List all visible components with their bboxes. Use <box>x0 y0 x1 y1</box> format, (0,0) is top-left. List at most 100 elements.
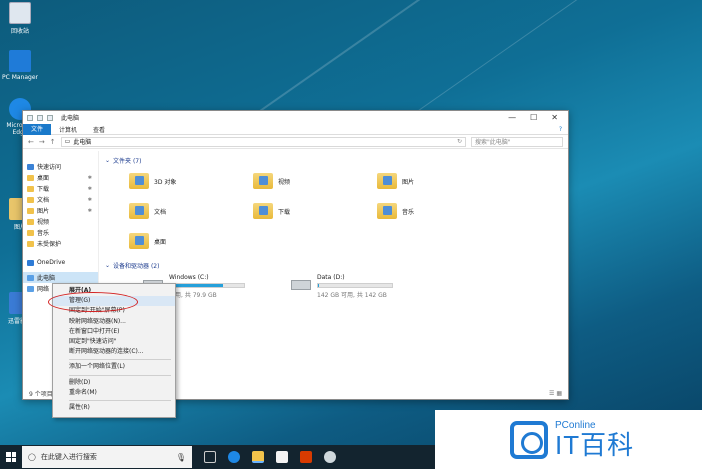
desktop-icon-pc-manager[interactable]: PC Manager <box>0 50 40 81</box>
window-title: 此电脑 <box>61 115 80 122</box>
taskbar-search[interactable]: ◯ 在此键入进行搜索 🎙 <box>22 446 192 468</box>
star-icon <box>27 163 34 170</box>
maximize-button[interactable]: ☐ <box>530 113 537 122</box>
nav-label: 下载 <box>37 186 50 193</box>
properties-icon[interactable] <box>37 114 43 121</box>
forward-icon[interactable]: → <box>39 138 45 146</box>
folder-item[interactable]: 文档 <box>129 198 253 224</box>
refresh-icon[interactable]: ↻ <box>457 138 462 145</box>
nav-item-documents[interactable]: 文档 ✱ <box>23 194 98 205</box>
edge-icon[interactable] <box>228 451 240 463</box>
drive-usage-bar <box>317 283 393 288</box>
quick-access-icon[interactable] <box>27 114 33 121</box>
tab-view[interactable]: 查看 <box>85 125 113 134</box>
tab-file[interactable]: 文件 <box>23 123 52 135</box>
group-title: 文件夹 (7) <box>113 157 142 165</box>
search-input[interactable]: 搜索"此电脑" <box>471 136 563 147</box>
drive-free-space: 142 GB 可用, 共 142 GB <box>317 292 387 299</box>
view-toggle-icons[interactable]: ☰ ▦ <box>549 390 562 397</box>
taskbar-search-text: 在此键入进行搜索 <box>40 453 97 461</box>
nav-label: 图片 <box>37 208 50 215</box>
menu-item-map-drive[interactable]: 映射网络驱动器(N)... <box>53 317 175 327</box>
folder-item[interactable]: 视频 <box>253 168 377 194</box>
folder-icon <box>27 218 34 225</box>
drive-item[interactable]: Data (D:) 142 GB 可用, 共 142 GB <box>291 274 393 299</box>
microphone-icon[interactable]: 🎙 <box>176 453 186 462</box>
item-count: 9 个项目 <box>29 390 53 398</box>
folder-item[interactable]: 桌面 <box>129 228 253 254</box>
desktop-icon-recycle-bin[interactable]: 回收站 <box>0 2 40 35</box>
folder-label: 图片 <box>402 178 415 186</box>
folder-grid: 3D 对象 视频 图片 文档 下载 音乐 桌面 <box>103 168 568 254</box>
menu-item-disconnect-drive[interactable]: 断开网络驱动器的连接(C)... <box>53 347 175 357</box>
office-icon[interactable] <box>300 451 312 463</box>
folder-item[interactable]: 下载 <box>253 198 377 224</box>
back-icon[interactable]: ← <box>28 138 34 146</box>
folder-icon <box>27 174 34 181</box>
nav-item-this-pc[interactable]: 此电脑 <box>23 272 98 283</box>
store-icon[interactable] <box>276 451 288 463</box>
folder-icon <box>377 173 397 189</box>
address-bar[interactable]: ▭ 此电脑 ↻ <box>60 136 466 147</box>
light-ray <box>399 0 581 125</box>
nav-label: 未受保护 <box>37 241 62 248</box>
chevron-down-icon: ⌄ <box>105 156 111 164</box>
drive-name: Windows (C:) <box>169 274 209 281</box>
menu-item-properties[interactable]: 属性(R) <box>53 403 175 413</box>
cortana-icon: ◯ <box>28 453 36 461</box>
folder-label: 桌面 <box>154 238 167 246</box>
nav-item-desktop[interactable]: 桌面 ✱ <box>23 172 98 183</box>
minimize-button[interactable]: — <box>508 113 516 122</box>
nav-item-music[interactable]: 音乐 <box>23 227 98 238</box>
folder-item[interactable]: 3D 对象 <box>129 168 253 194</box>
help-icon[interactable]: ? <box>559 126 568 133</box>
nav-item-unprotected[interactable]: 未受保护 <box>23 238 98 249</box>
pconline-logo: PConline IT百科 <box>435 410 702 469</box>
devices-group-header[interactable]: ⌄ 设备和驱动器 (2) <box>103 260 568 270</box>
menu-item-add-network-location[interactable]: 添加一个网络位置(L) <box>53 362 175 372</box>
taskbar-apps <box>204 451 336 463</box>
menu-item-rename[interactable]: 重命名(M) <box>53 388 175 398</box>
drive-icon <box>291 280 311 290</box>
menu-item-delete[interactable]: 删除(D) <box>53 378 175 388</box>
start-button[interactable] <box>0 445 22 469</box>
app-icon[interactable] <box>324 451 336 463</box>
folders-group-header[interactable]: ⌄ 文件夹 (7) <box>103 155 568 165</box>
network-icon <box>27 285 34 292</box>
folder-label: 音乐 <box>402 208 415 216</box>
nav-label: 快速访问 <box>37 164 62 171</box>
nav-label: 视频 <box>37 219 50 226</box>
folder-icon <box>27 207 34 214</box>
nav-item-pictures[interactable]: 图片 ✱ <box>23 205 98 216</box>
folder-label: 视频 <box>278 178 291 186</box>
menu-item-open-new-window[interactable]: 在新窗口中打开(E) <box>53 327 175 337</box>
computer-icon <box>27 274 34 281</box>
menu-separator <box>69 399 171 401</box>
nav-item-videos[interactable]: 视频 <box>23 216 98 227</box>
title-bar: 此电脑 — ☐ ✕ <box>23 111 568 124</box>
nav-item-quick-access[interactable]: 快速访问 <box>23 161 98 172</box>
folder-item[interactable]: 音乐 <box>377 198 501 224</box>
folder-icon <box>129 173 149 189</box>
nav-item-onedrive[interactable]: OneDrive <box>23 257 98 268</box>
folder-icon <box>253 173 273 189</box>
ribbon: 文件 计算机 查看 ? <box>23 123 568 135</box>
folder-icon <box>129 233 149 249</box>
nav-label: 此电脑 <box>37 275 56 282</box>
folder-icon <box>27 196 34 203</box>
folder-icon <box>27 185 34 192</box>
folder-icon <box>377 203 397 219</box>
new-folder-icon[interactable] <box>47 114 53 121</box>
close-button[interactable]: ✕ <box>551 113 558 122</box>
task-view-icon[interactable] <box>204 451 216 463</box>
up-icon[interactable]: ↑ <box>50 138 56 146</box>
file-explorer-icon[interactable] <box>252 451 264 463</box>
folder-icon <box>253 203 273 219</box>
nav-item-downloads[interactable]: 下载 ✱ <box>23 183 98 194</box>
nav-label: 音乐 <box>37 230 50 237</box>
menu-item-pin-quick-access[interactable]: 固定到"快速访问" <box>53 337 175 347</box>
tab-computer[interactable]: 计算机 <box>51 125 85 134</box>
folder-item[interactable]: 图片 <box>377 168 501 194</box>
folder-label: 下载 <box>278 208 291 216</box>
folder-label: 文档 <box>154 208 167 216</box>
